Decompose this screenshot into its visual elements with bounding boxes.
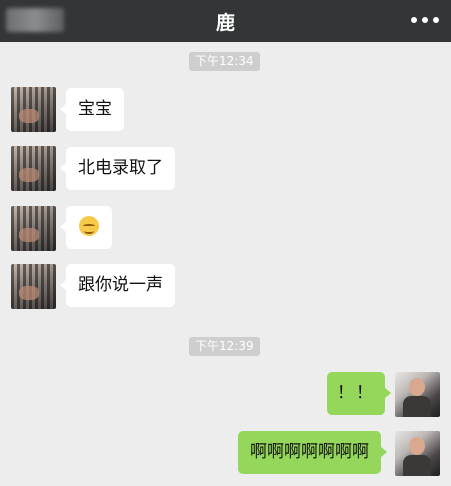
contact-avatar[interactable] xyxy=(11,264,56,309)
message-bubble-incoming[interactable]: 北电录取了 xyxy=(60,147,175,190)
more-dots-icon[interactable] xyxy=(411,12,439,28)
contact-avatar[interactable] xyxy=(11,206,56,251)
message-bubble-incoming[interactable] xyxy=(60,206,112,249)
chat-header: 鹿 xyxy=(0,0,451,42)
smiling-face-emoji-icon xyxy=(79,216,99,236)
contact-avatar[interactable] xyxy=(11,146,56,191)
chat-title: 鹿 xyxy=(215,12,235,34)
contact-avatar[interactable] xyxy=(11,87,56,132)
timestamp: 下午12:39 xyxy=(189,337,260,356)
timestamp: 下午12:34 xyxy=(189,52,260,71)
message-bubble-outgoing[interactable]: ！！ xyxy=(327,372,391,415)
message-bubble-incoming[interactable]: 跟你说一声 xyxy=(60,264,175,307)
self-avatar[interactable] xyxy=(395,372,440,417)
self-avatar[interactable] xyxy=(395,431,440,476)
message-bubble-outgoing[interactable]: 啊啊啊啊啊啊啊 xyxy=(238,431,387,474)
message-bubble-incoming[interactable]: 宝宝 xyxy=(60,88,124,131)
